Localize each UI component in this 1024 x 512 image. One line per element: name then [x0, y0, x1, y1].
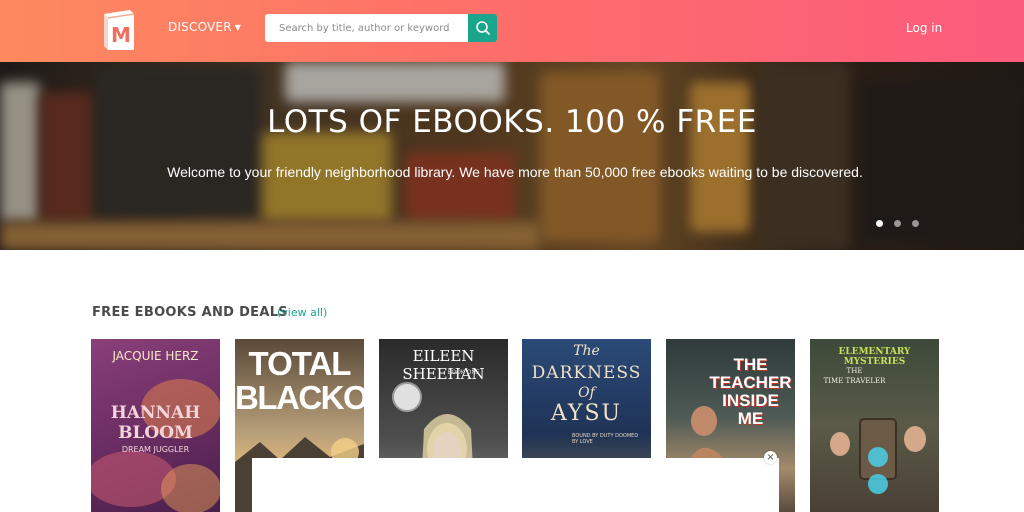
book-title: BLACKOUT	[235, 379, 364, 416]
chevron-down-icon: ▼	[234, 23, 242, 32]
book-author: JACQUIE HERZ	[112, 349, 199, 363]
book-title: The	[573, 343, 600, 359]
book-title: DARKNESS	[531, 363, 642, 383]
cover-art	[830, 418, 926, 494]
logo-letter: M	[111, 23, 131, 47]
book-title: BLOOM	[118, 423, 193, 443]
login-link[interactable]: Log in	[906, 21, 942, 35]
book-title: TOTAL	[248, 345, 352, 382]
search-icon	[475, 21, 490, 35]
hero-banner: LOTS OF EBOOKS. 100 % FREE Welcome to yo…	[0, 62, 1024, 250]
hero-title: LOTS OF EBOOKS. 100 % FREE	[267, 104, 757, 140]
book-title: HANNAH	[110, 403, 201, 423]
carousel-dots	[876, 220, 919, 227]
search-button[interactable]	[468, 14, 497, 42]
close-icon[interactable]: ×	[764, 451, 777, 464]
book-tagline: DREAM JUGGLER	[121, 445, 190, 454]
search-bar	[265, 14, 497, 42]
section-title: FREE EBOOKS AND DEALS	[92, 305, 288, 320]
book-title: AYSU	[550, 401, 623, 426]
carousel-dot[interactable]	[876, 220, 883, 227]
book-cover[interactable]: JACQUIE HERZ HANNAH BLOOM DREAM JUGGLER	[91, 339, 220, 512]
hero-subtitle: Welcome to your friendly neighborhood li…	[167, 164, 863, 180]
view-all-link[interactable]: (view all)	[277, 306, 327, 319]
search-input[interactable]	[265, 14, 468, 42]
book-cover[interactable]: ELEMENTARY MYSTERIES THE TIME TRAVELER	[810, 339, 939, 512]
carousel-dot[interactable]	[894, 220, 901, 227]
site-logo[interactable]: M	[100, 8, 136, 52]
ad-banner[interactable]	[252, 458, 779, 512]
discover-label: DISCOVER	[168, 20, 232, 34]
book-tagline: BOUND BY DUTY DOOMED BY LOVE	[572, 433, 639, 445]
discover-menu[interactable]: DISCOVER ▼	[168, 20, 241, 34]
top-navbar: M DISCOVER▼ Log in	[0, 0, 1024, 62]
carousel-dot[interactable]	[912, 220, 919, 227]
book-title: Of	[578, 385, 595, 401]
